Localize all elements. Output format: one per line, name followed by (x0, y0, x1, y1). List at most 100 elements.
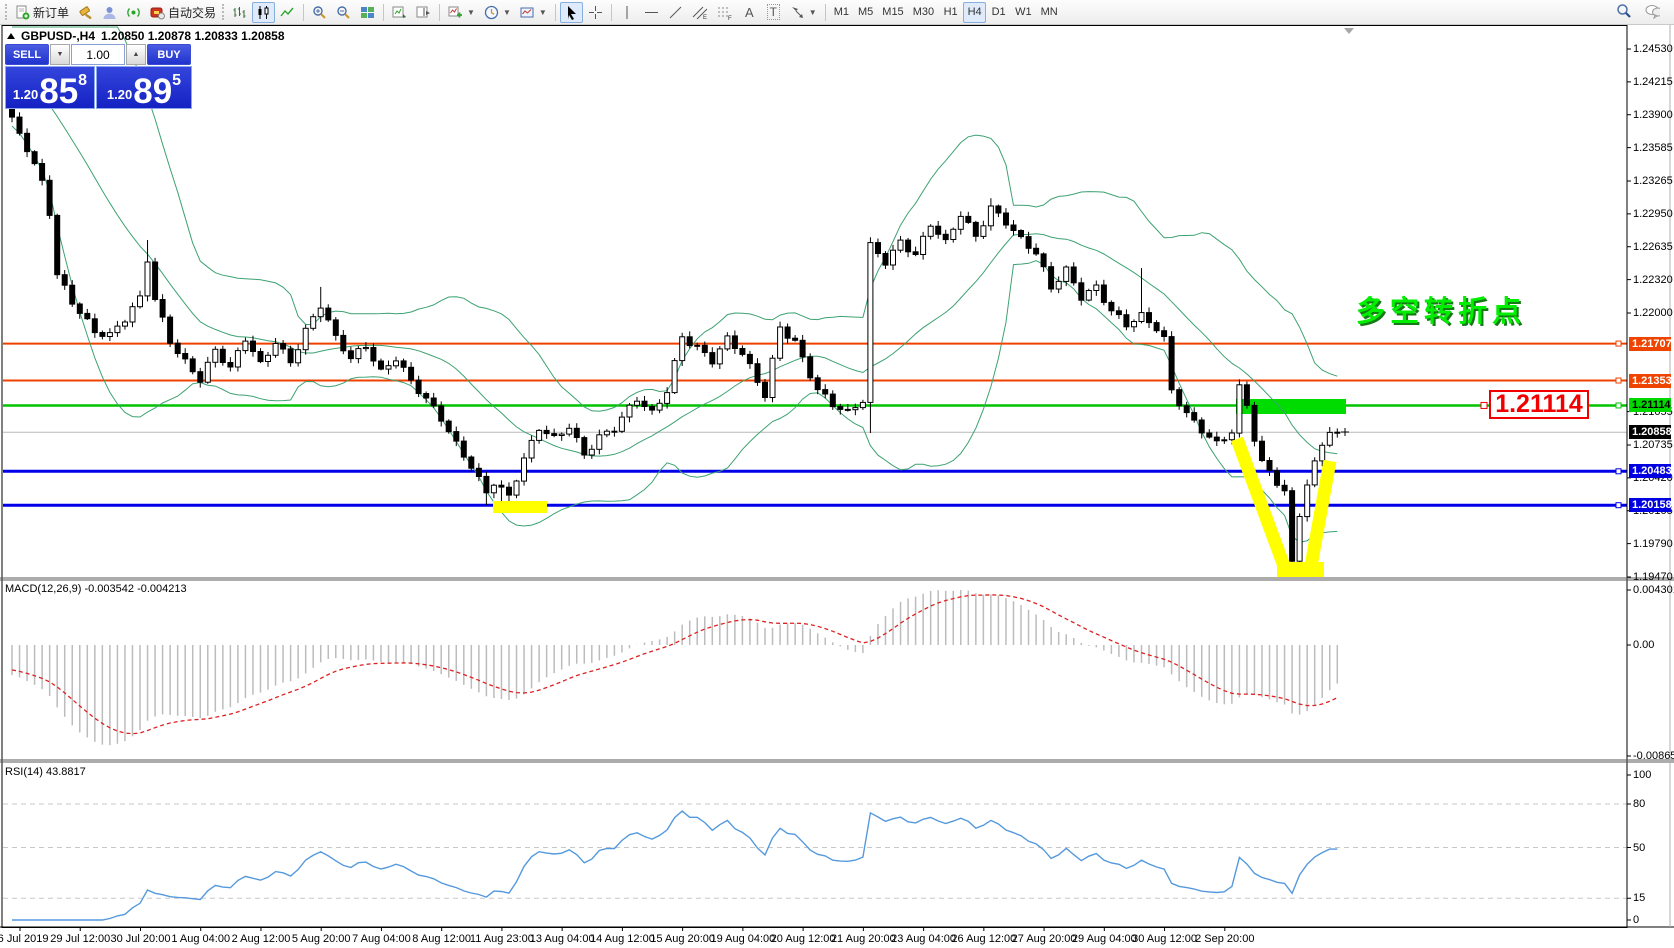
buy-button[interactable]: BUY (147, 44, 191, 65)
dropdown-arrow: ▼ (467, 8, 475, 17)
history-center-button[interactable] (74, 2, 97, 23)
chart-canvas[interactable] (0, 25, 1674, 948)
zoom-out-icon (336, 5, 351, 20)
bear-candle (1267, 461, 1272, 471)
bar-chart-type-button[interactable] (228, 2, 251, 23)
time-tick-label: 11 Aug 23:00 (470, 933, 534, 945)
timeframe-h4-button[interactable]: H4 (963, 2, 986, 23)
bear-candle (1049, 267, 1054, 289)
bull-candle (619, 417, 624, 431)
timeframe-m15-button[interactable]: M15 (878, 2, 907, 23)
chat-icon[interactable] (1641, 2, 1664, 23)
zoom-out-button[interactable] (332, 2, 355, 23)
new-order-button[interactable]: 新订单 (11, 2, 73, 23)
bull-candle (1222, 440, 1227, 441)
periods-button[interactable]: ▼ (480, 2, 515, 23)
cursor-tool-button[interactable] (560, 2, 583, 23)
toolbar-separator (383, 4, 384, 21)
bear-candle (416, 380, 421, 393)
hline-tool-button[interactable] (640, 2, 663, 23)
timeframe-m1-button[interactable]: M1 (830, 2, 853, 23)
timeframe-m30-button[interactable]: M30 (909, 2, 938, 23)
chart-shift-marker[interactable] (1344, 28, 1354, 34)
time-tick-label: 5 Aug 20:00 (292, 933, 351, 945)
label-tool-button[interactable]: T (762, 2, 785, 23)
timeframe-h1-button[interactable]: H1 (939, 2, 962, 23)
time-tick-label: 26 Jul 2019 (0, 933, 48, 945)
bear-candle (1192, 413, 1197, 421)
new-chart-button[interactable] (388, 2, 411, 23)
collapse-triangle-icon[interactable] (7, 33, 15, 39)
bull-candle (1335, 432, 1340, 433)
search-icon[interactable] (1612, 2, 1635, 23)
bear-candle (40, 164, 45, 181)
bear-candle (1162, 331, 1167, 337)
timeframe-d1-button[interactable]: D1 (987, 2, 1010, 23)
bear-candle (913, 252, 918, 255)
bear-candle (251, 341, 256, 351)
clock-icon (484, 5, 499, 20)
volume-up-button[interactable]: ▲ (126, 44, 146, 65)
price-tick-label: 1.24530 (1633, 43, 1673, 55)
bear-candle (499, 485, 504, 487)
indicators-button[interactable]: ▼ (444, 2, 479, 23)
buy-price-tile[interactable]: 1.20 89 5 (96, 66, 192, 109)
profile-button[interactable] (98, 2, 121, 23)
zoom-in-button[interactable] (308, 2, 331, 23)
bull-candle (266, 355, 271, 361)
sell-price-tile[interactable]: 1.20 85 8 (5, 66, 95, 109)
channel-tool-button[interactable]: E (688, 2, 712, 23)
bull-candle (1094, 285, 1099, 291)
bull-bear-turning-point-annotation[interactable]: 多空转折点 (1356, 288, 1526, 330)
shapes-tool-button[interactable]: ▼ (786, 2, 821, 23)
time-tick-label: 29 Aug 04:00 (1072, 933, 1137, 945)
yellow-bottom-highlight (1277, 562, 1324, 577)
bear-candle (439, 406, 444, 421)
line-chart-type-button[interactable] (276, 2, 299, 23)
timeframe-w1-button[interactable]: W1 (1011, 2, 1036, 23)
vline-tool-button[interactable] (616, 2, 639, 23)
text-tool-icon: A (745, 5, 754, 20)
rsi-axis-label: 80 (1633, 798, 1645, 810)
sell-price-big: 85 (39, 76, 78, 108)
price-tick-label: 1.24215 (1633, 76, 1673, 88)
bull-candle (1237, 385, 1242, 433)
price-callout-box[interactable]: 1.21114 (1489, 390, 1589, 419)
bear-candle (47, 180, 52, 215)
bear-candle (371, 348, 376, 362)
crosshair-tool-button[interactable] (584, 2, 607, 23)
timeframe-mn-button[interactable]: MN (1037, 2, 1062, 23)
bear-candle (943, 234, 948, 239)
bear-candle (379, 361, 384, 369)
bull-candle (1320, 445, 1325, 461)
autotrade-button[interactable]: 自动交易 (146, 2, 220, 23)
chart-shift-button[interactable] (412, 2, 435, 23)
bear-candle (446, 421, 451, 432)
bear-candle (732, 336, 737, 349)
timeframe-m5-button[interactable]: M5 (854, 2, 877, 23)
bear-candle (454, 432, 459, 442)
bear-candle (92, 319, 97, 333)
time-tick-label: 14 Aug 12:00 (590, 933, 655, 945)
volume-input[interactable] (71, 44, 125, 65)
signals-button[interactable] (122, 2, 145, 23)
bear-candle (198, 372, 203, 383)
toolbar-separator (555, 4, 556, 21)
bear-candle (469, 457, 474, 468)
vertical-line-icon (621, 5, 634, 20)
bear-candle (228, 363, 233, 368)
sell-button[interactable]: SELL (5, 44, 49, 65)
tile-windows-button[interactable] (356, 2, 379, 23)
bear-candle (815, 378, 820, 390)
volume-down-button[interactable]: ▼ (50, 44, 70, 65)
fibonacci-tool-button[interactable]: F (713, 2, 737, 23)
zoom-in-icon (312, 5, 327, 20)
line-chart-icon (280, 5, 295, 20)
trendline-tool-button[interactable] (664, 2, 687, 23)
bull-candle (921, 236, 926, 254)
templates-button[interactable]: ▼ (516, 2, 551, 23)
candle-chart-type-button[interactable] (252, 2, 275, 23)
ohlc-values-label: 1.20850 1.20878 1.20833 1.20858 (101, 29, 285, 43)
svg-text:F: F (728, 16, 732, 20)
text-tool-button[interactable]: A (738, 2, 761, 23)
